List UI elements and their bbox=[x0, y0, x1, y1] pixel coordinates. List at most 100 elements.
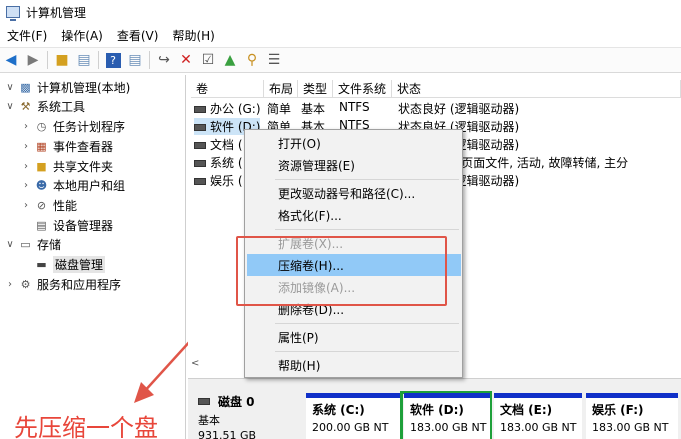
list-view-icon[interactable]: ☰ bbox=[263, 49, 285, 71]
partition-size: 183.00 GB NT bbox=[500, 421, 577, 434]
chevron-right-icon[interactable]: › bbox=[20, 121, 32, 132]
partition-f[interactable]: 娱乐 (F:) 183.00 GB NT bbox=[586, 393, 678, 439]
chevron-right-icon[interactable]: › bbox=[20, 141, 32, 152]
partition-e[interactable]: 文档 (E:) 183.00 GB NT bbox=[494, 393, 582, 439]
menu-view[interactable]: 查看(V) bbox=[110, 27, 166, 44]
tree-item-label: 磁盘管理 bbox=[53, 256, 106, 273]
volume-type: 基本 bbox=[301, 102, 326, 116]
tree-item-storage[interactable]: ∨ ▭ 存储 bbox=[4, 235, 61, 254]
toolbar-separator bbox=[47, 51, 48, 69]
chevron-right-icon[interactable]: › bbox=[20, 180, 32, 191]
chevron-right-icon[interactable]: › bbox=[4, 279, 16, 290]
chevron-right-icon[interactable]: › bbox=[20, 161, 32, 172]
column-header-status[interactable]: 状态 bbox=[392, 80, 681, 98]
tree-item-local-users[interactable]: › ☻ 本地用户和组 bbox=[20, 176, 125, 195]
toolbar-separator bbox=[98, 51, 99, 69]
delete-icon[interactable]: ✕ bbox=[175, 49, 197, 71]
disk-map: 磁盘 0 基本 931.51 GB 系统 (C:) 200.00 GB NT 软… bbox=[188, 378, 681, 439]
tree-item-system-tools[interactable]: ∨ ⚒ 系统工具 bbox=[4, 97, 85, 116]
toolbar: ◀ ▶ ■ ▤ ? ▤ ↪ ✕ ☑ ▲ ⚲ ☰ bbox=[0, 47, 681, 73]
chevron-down-icon[interactable]: ∨ bbox=[4, 239, 16, 250]
clock-icon: ◷ bbox=[36, 120, 47, 133]
tree-item-device-manager[interactable]: ▤ 设备管理器 bbox=[20, 216, 113, 235]
drive-icon bbox=[194, 142, 206, 149]
menu-separator bbox=[275, 351, 459, 352]
menu-item-format[interactable]: 格式化(F)... bbox=[247, 204, 461, 226]
partition-name: 系统 (C:) bbox=[312, 403, 365, 417]
partition-c[interactable]: 系统 (C:) 200.00 GB NT bbox=[306, 393, 400, 439]
tree-item-label: 事件查看器 bbox=[53, 140, 114, 154]
folder-icon: ■ bbox=[36, 160, 47, 173]
tree-item-label: 本地用户和组 bbox=[53, 179, 126, 193]
chevron-down-icon[interactable]: ∨ bbox=[4, 101, 16, 112]
tree-item-performance[interactable]: › ⊘ 性能 bbox=[20, 196, 77, 215]
menu-item-explorer[interactable]: 资源管理器(E) bbox=[247, 154, 461, 176]
partition-d[interactable]: 软件 (D:) 183.00 GB NT bbox=[404, 393, 490, 439]
volume-status: 状态良好 (逻辑驱动器) bbox=[398, 102, 520, 116]
performance-icon: ⊘ bbox=[36, 199, 47, 212]
checklist-icon[interactable]: ☑ bbox=[197, 49, 219, 71]
drive-icon bbox=[194, 178, 206, 185]
volume-name: 文档 ( bbox=[210, 138, 243, 152]
show-hide-tree-icon[interactable]: ▤ bbox=[73, 49, 95, 71]
tree-item-label: 性能 bbox=[53, 199, 78, 213]
upload-icon[interactable]: ▲ bbox=[219, 49, 241, 71]
disk-label[interactable]: 磁盘 0 基本 931.51 GB bbox=[188, 379, 300, 439]
toolbar-separator bbox=[149, 51, 150, 69]
disk-icon bbox=[198, 398, 210, 405]
users-icon: ☻ bbox=[35, 179, 48, 192]
volume-layout: 简单 bbox=[267, 102, 292, 116]
volume-name: 系统 ( bbox=[210, 156, 243, 170]
menu-item-change-drive-letter[interactable]: 更改驱动器号和路径(C)... bbox=[247, 182, 461, 204]
navigation-tree: ∨ ▩ 计算机管理(本地) ∨ ⚒ 系统工具 › ◷ 任务计划程序 › ▦ 事件… bbox=[0, 75, 186, 439]
menu-item-help[interactable]: 帮助(H) bbox=[247, 354, 461, 376]
tree-item-task-scheduler[interactable]: › ◷ 任务计划程序 bbox=[20, 117, 125, 136]
partition-name: 软件 (D:) bbox=[410, 403, 464, 417]
forward-arrow-icon[interactable]: ▶ bbox=[22, 49, 44, 71]
tree-item-shared-folders[interactable]: › ■ 共享文件夹 bbox=[20, 157, 113, 176]
tree-item-computer-management[interactable]: ∨ ▩ 计算机管理(本地) bbox=[4, 78, 130, 97]
computer-management-icon bbox=[6, 6, 20, 21]
chevron-right-icon[interactable]: › bbox=[20, 200, 32, 211]
window-title: 计算机管理 bbox=[26, 5, 87, 20]
menu-separator bbox=[275, 229, 459, 230]
column-header-layout[interactable]: 布局 bbox=[264, 80, 298, 98]
menu-file[interactable]: 文件(F) bbox=[0, 27, 54, 44]
disk-size: 931.51 GB bbox=[198, 429, 257, 439]
tree-item-services-apps[interactable]: › ⚙ 服务和应用程序 bbox=[4, 275, 121, 294]
computer-icon: ▩ bbox=[20, 81, 31, 94]
volume-name: 娱乐 ( bbox=[210, 174, 243, 188]
up-folder-icon[interactable]: ■ bbox=[51, 49, 73, 71]
menu-item-properties[interactable]: 属性(P) bbox=[247, 326, 461, 348]
help-icon[interactable]: ? bbox=[102, 49, 124, 71]
menu-separator bbox=[275, 179, 459, 180]
scroll-left-button[interactable]: < bbox=[191, 355, 251, 371]
tree-item-event-viewer[interactable]: › ▦ 事件查看器 bbox=[20, 137, 113, 156]
properties-icon[interactable]: ▤ bbox=[124, 49, 146, 71]
menu-help[interactable]: 帮助(H) bbox=[165, 27, 221, 44]
tree-item-label: 计算机管理(本地) bbox=[37, 81, 131, 95]
menu-action[interactable]: 操作(A) bbox=[54, 27, 110, 44]
table-row[interactable]: 办公 (G:) 简单 基本 NTFS 状态良好 (逻辑驱动器) bbox=[194, 99, 681, 117]
column-header-type[interactable]: 类型 bbox=[298, 80, 333, 98]
menu-bar: 文件(F) 操作(A) 查看(V) 帮助(H) bbox=[0, 25, 681, 45]
menu-item-open[interactable]: 打开(O) bbox=[247, 132, 461, 154]
annotation-text: 先压缩一个盘 bbox=[14, 414, 158, 439]
drive-icon bbox=[194, 160, 206, 167]
column-header-volume[interactable]: 卷 bbox=[191, 80, 264, 98]
tree-item-label: 任务计划程序 bbox=[53, 120, 126, 134]
connect-icon[interactable]: ↪ bbox=[153, 49, 175, 71]
tree-item-label: 存储 bbox=[37, 238, 62, 252]
drive-icon bbox=[194, 106, 206, 113]
title-bar: 计算机管理 bbox=[0, 0, 681, 24]
chevron-down-icon[interactable]: ∨ bbox=[4, 82, 16, 93]
tree-item-label: 服务和应用程序 bbox=[37, 278, 122, 292]
partition-name: 文档 (E:) bbox=[500, 403, 553, 417]
tree-item-disk-management[interactable]: ▬ 磁盘管理 bbox=[20, 255, 106, 274]
annotation-highlight-box bbox=[236, 236, 447, 306]
search-icon[interactable]: ⚲ bbox=[241, 49, 263, 71]
partition-size: 200.00 GB NT bbox=[312, 421, 389, 434]
services-icon: ⚙ bbox=[20, 278, 31, 291]
column-header-filesystem[interactable]: 文件系统 bbox=[333, 80, 392, 98]
back-arrow-icon[interactable]: ◀ bbox=[0, 49, 22, 71]
